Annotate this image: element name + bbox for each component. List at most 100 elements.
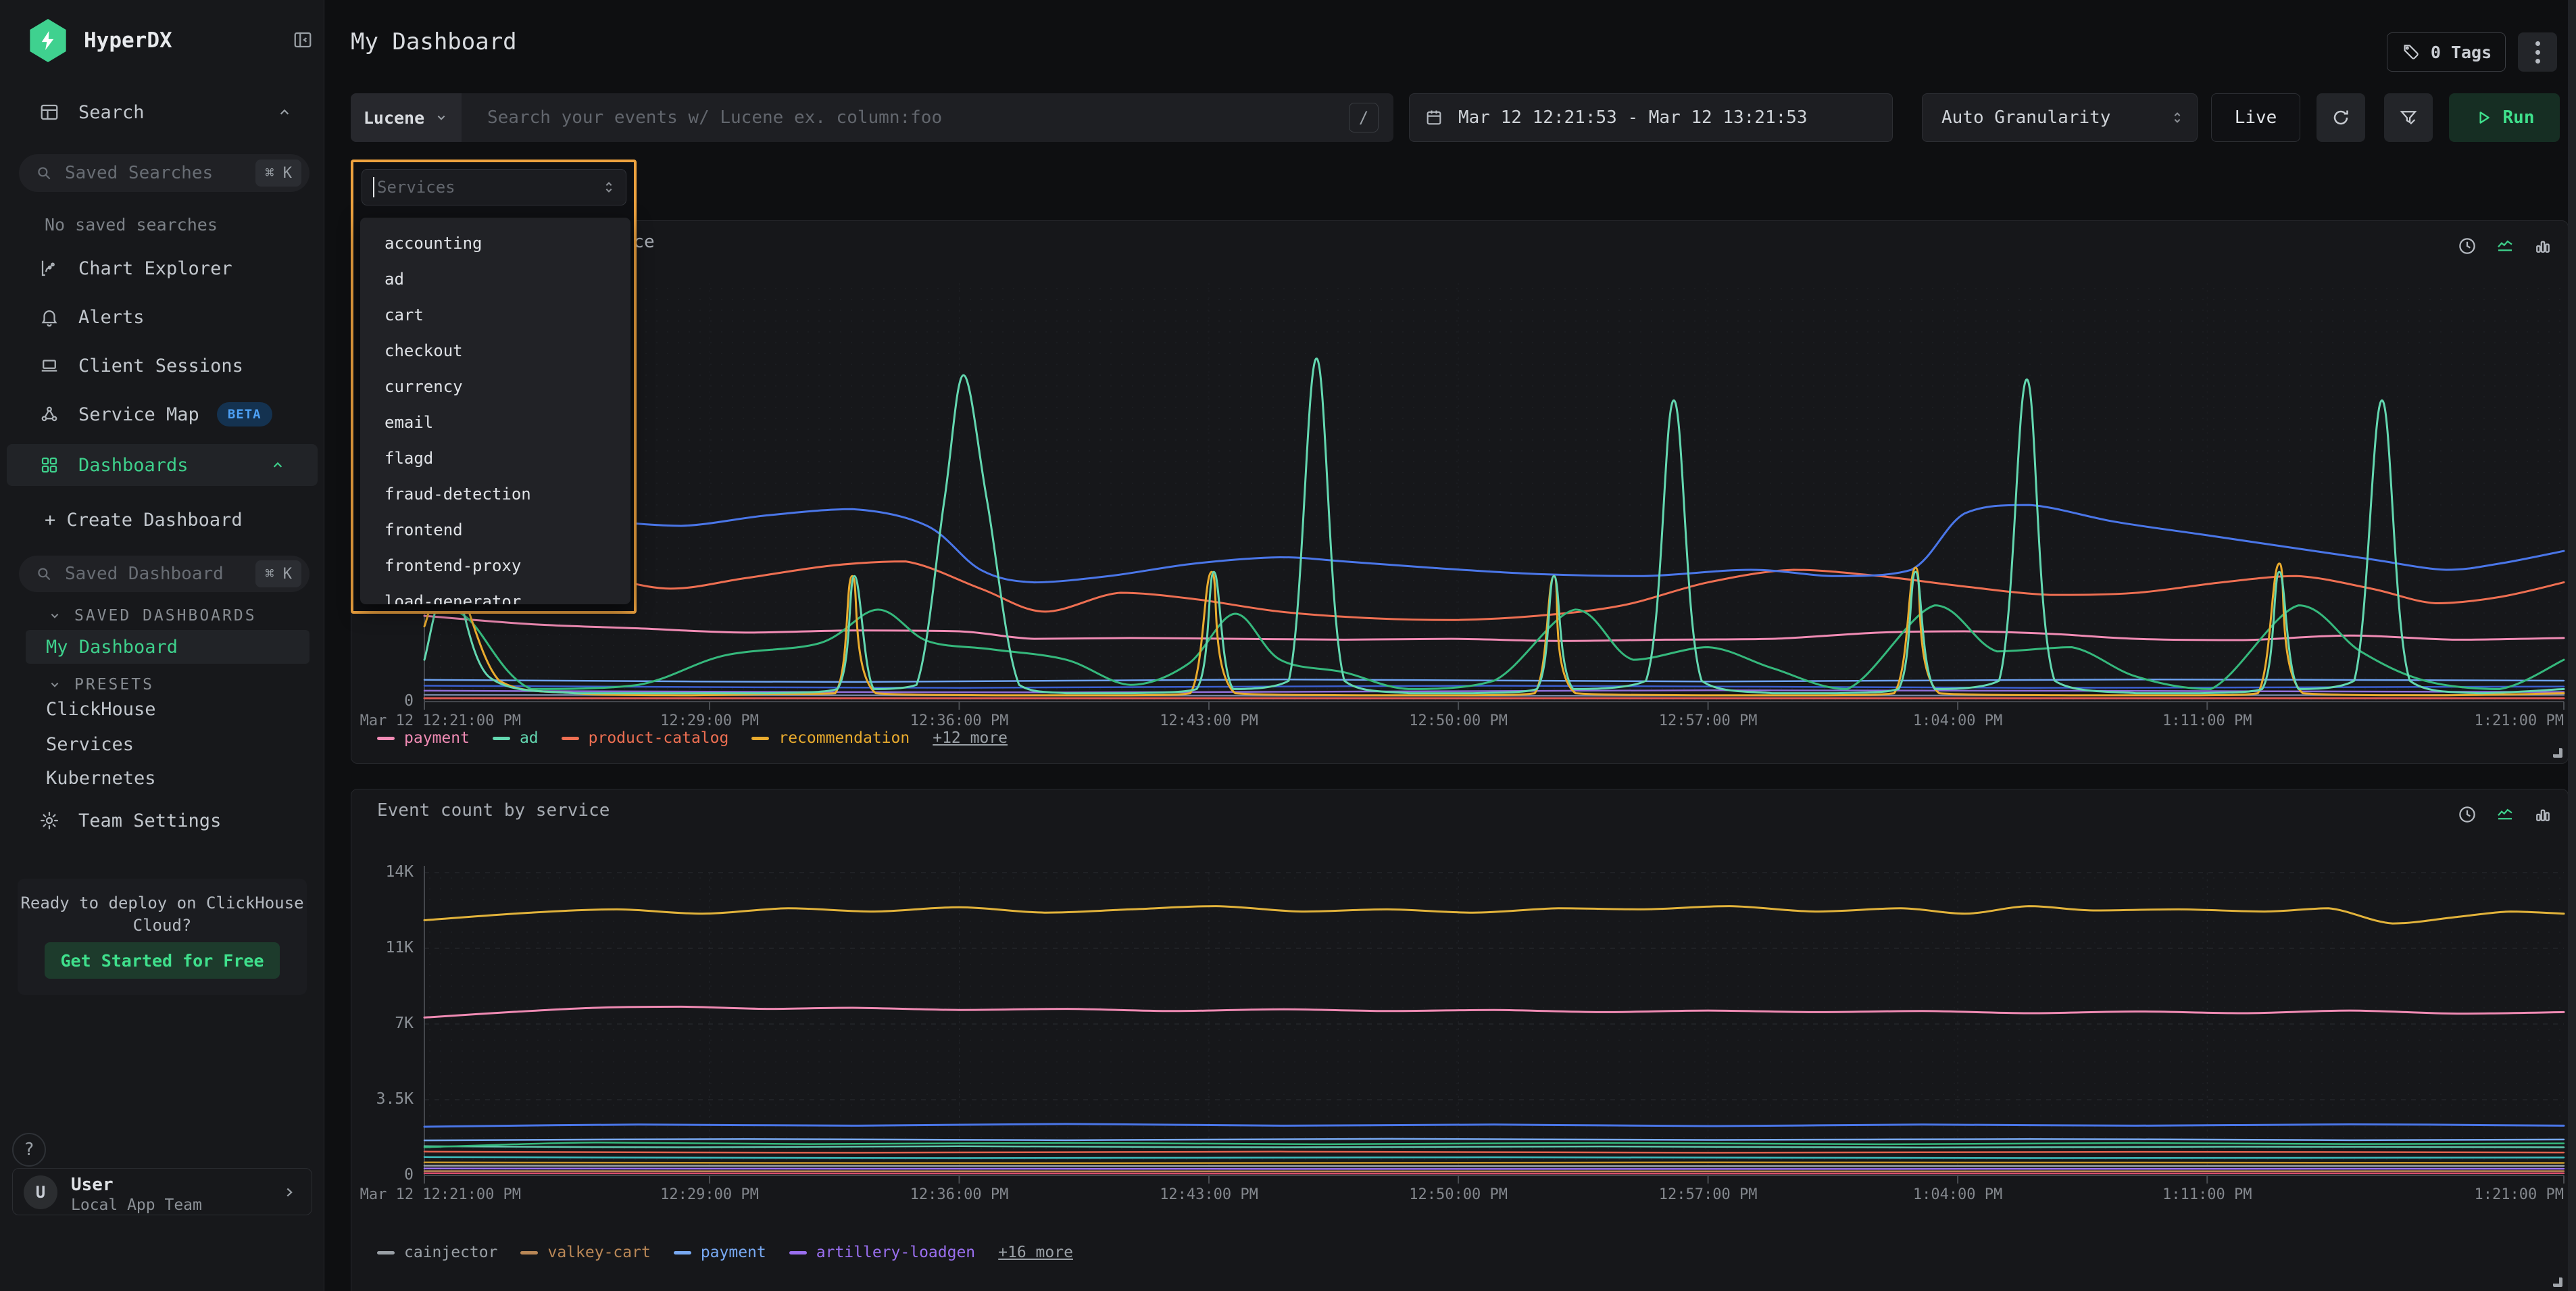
filter-button[interactable] <box>2384 93 2433 142</box>
resize-handle[interactable] <box>2553 748 2562 758</box>
event-search-input[interactable] <box>486 107 1349 128</box>
y-tick-label: 0 <box>404 1166 414 1184</box>
legend-item-recommendation[interactable]: recommendation <box>751 729 910 747</box>
sidebar-item-services[interactable]: Services <box>46 734 134 755</box>
live-button[interactable]: Live <box>2211 93 2300 142</box>
time-range-picker[interactable]: Mar 12 12:21:53 - Mar 12 13:21:53 <box>1409 93 1893 142</box>
line-chart-plot[interactable]: Mar 12 12:21:00 PM12:29:00 PM12:36:00 PM… <box>424 283 2564 702</box>
scrollbar[interactable] <box>2568 0 2576 1291</box>
services-filter-input[interactable]: Services <box>362 169 626 205</box>
line-chart-icon[interactable] <box>2495 804 2515 825</box>
run-button[interactable]: Run <box>2449 93 2560 142</box>
sidebar-item-my-dashboard[interactable]: My Dashboard <box>26 630 309 664</box>
sidebar-item-clickhouse[interactable]: ClickHouse <box>46 699 156 720</box>
legend-item-payment[interactable]: payment <box>377 729 470 747</box>
saved-dashboards-search[interactable]: ⌘ K <box>19 556 309 592</box>
query-language-select[interactable]: Lucene <box>351 93 462 142</box>
granularity-label: Auto Granularity <box>1941 107 2110 128</box>
sidebar-item-client-sessions[interactable]: Client Sessions <box>0 347 324 385</box>
time-range-label: Mar 12 12:21:53 - Mar 12 13:21:53 <box>1458 107 1808 128</box>
get-started-button[interactable]: Get Started for Free <box>45 942 280 979</box>
bar-chart-icon[interactable] <box>2533 236 2553 256</box>
service-option-frontend[interactable]: frontend <box>360 512 630 548</box>
legend-item-ad[interactable]: ad <box>493 729 539 747</box>
chevron-up-icon[interactable] <box>269 456 287 474</box>
saved-searches-input[interactable] <box>64 162 226 184</box>
service-option-accounting[interactable]: accounting <box>360 226 630 262</box>
legend-item-payment[interactable]: payment <box>674 1244 766 1261</box>
series-royal-blue <box>424 685 2564 687</box>
legend-item-cainjector[interactable]: cainjector <box>377 1244 497 1261</box>
dashboard-menu-button[interactable] <box>2518 32 2557 72</box>
create-dashboard-label: + Create Dashboard <box>45 510 243 531</box>
sidebar-item-label: Client Sessions <box>78 356 243 376</box>
sidebar-item-service-map[interactable]: Service Map BETA <box>0 395 324 433</box>
service-option-ad[interactable]: ad <box>360 262 630 297</box>
legend-label: payment <box>701 1244 766 1261</box>
magnifier-icon <box>35 164 53 182</box>
x-tick-label: Mar 12 12:21:00 PM <box>360 1186 521 1203</box>
chevron-up-icon[interactable] <box>276 103 293 121</box>
run-label: Run <box>2503 107 2535 128</box>
service-map-icon <box>39 404 59 424</box>
sidebar-item-dashboards[interactable]: Dashboards <box>7 444 318 486</box>
section-saved-dashboards[interactable]: SAVED DASHBOARDS <box>47 607 257 625</box>
sidebar-item-kubernetes[interactable]: Kubernetes <box>46 768 156 789</box>
legend-more-link[interactable]: +16 more <box>998 1244 1073 1261</box>
sidebar-item-alerts[interactable]: Alerts <box>0 298 324 336</box>
series-payment <box>424 1139 2564 1140</box>
service-option-cart[interactable]: cart <box>360 297 630 333</box>
service-option-frontend-proxy[interactable]: frontend-proxy <box>360 548 630 584</box>
resize-handle[interactable] <box>2553 1277 2562 1287</box>
user-team: Local App Team <box>71 1196 202 1214</box>
user-menu[interactable]: U User Local App Team <box>12 1168 312 1215</box>
service-option-flagd[interactable]: flagd <box>360 441 630 477</box>
refresh-button[interactable] <box>2317 93 2365 142</box>
legend-item-product-catalog[interactable]: product-catalog <box>562 729 729 747</box>
service-option-checkout[interactable]: checkout <box>360 333 630 369</box>
section-presets[interactable]: PRESETS <box>47 676 154 693</box>
tag-icon <box>2401 43 2420 62</box>
sidebar-item-label: Service Map <box>78 404 199 425</box>
bar-chart-icon[interactable] <box>2533 804 2553 825</box>
text-cursor <box>373 177 374 197</box>
saved-dashboards-input[interactable] <box>64 563 226 585</box>
beta-badge: BETA <box>217 402 272 427</box>
kebab-icon <box>2535 41 2540 46</box>
granularity-select[interactable]: Auto Granularity <box>1922 93 2198 142</box>
line-chart-plot[interactable]: Mar 12 12:21:00 PM12:29:00 PM12:36:00 PM… <box>424 873 2564 1175</box>
legend-more-link[interactable]: +12 more <box>933 729 1008 747</box>
legend-label: product-catalog <box>589 729 729 747</box>
x-tick-label: Mar 12 12:21:00 PM <box>360 712 521 729</box>
sidebar-item-search[interactable]: Search <box>0 93 324 131</box>
x-tick-label: 1:11:00 PM <box>2162 1186 2252 1203</box>
legend-item-artillery-loadgen[interactable]: artillery-loadgen <box>789 1244 975 1261</box>
legend-item-valkey-cart[interactable]: valkey-cart <box>520 1244 650 1261</box>
bell-icon <box>39 307 59 327</box>
clock-icon[interactable] <box>2457 804 2477 825</box>
service-option-fraud-detection[interactable]: fraud-detection <box>360 477 630 512</box>
saved-searches-search[interactable]: ⌘ K <box>19 154 309 192</box>
line-chart-icon[interactable] <box>2495 236 2515 256</box>
tags-button[interactable]: 0 Tags <box>2387 32 2506 72</box>
series-product-catalog <box>424 562 2564 620</box>
magnifier-icon <box>35 565 53 583</box>
service-option-currency[interactable]: currency <box>360 369 630 405</box>
service-option-load-generator[interactable]: load-generator <box>360 584 630 604</box>
y-tick-label: 7K <box>395 1015 414 1032</box>
y-tick-label: 3.5K <box>376 1090 414 1108</box>
sidebar-item-create-dashboard[interactable]: + Create Dashboard <box>0 501 324 539</box>
x-tick-label: 12:57:00 PM <box>1659 1186 1758 1203</box>
logo[interactable]: HyperDX <box>27 19 172 62</box>
sidebar-collapse-icon[interactable] <box>293 30 313 50</box>
legend-dash-icon <box>674 1251 691 1255</box>
sidebar-item-chart-explorer[interactable]: Chart Explorer <box>0 249 324 287</box>
services-placeholder: Services <box>377 178 455 197</box>
tags-label: 0 Tags <box>2431 43 2492 62</box>
clock-icon[interactable] <box>2457 236 2477 256</box>
help-button[interactable]: ? <box>12 1133 46 1167</box>
service-option-email[interactable]: email <box>360 405 630 441</box>
x-tick-label: 12:36:00 PM <box>910 712 1009 729</box>
chevron-down-icon <box>47 677 62 692</box>
sidebar-item-team-settings[interactable]: Team Settings <box>0 802 324 839</box>
